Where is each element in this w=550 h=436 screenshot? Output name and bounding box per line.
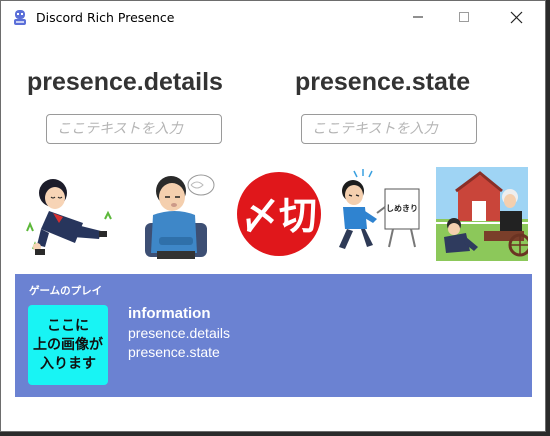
image-slot-text: ここに 上の画像が 入ります xyxy=(33,317,103,372)
shimekiri-mark[interactable]: 〆切 xyxy=(233,167,325,261)
rich-presence-preview: ゲームのプレイ ここに 上の画像が 入ります information prese… xyxy=(15,274,532,397)
activity-label: ゲームのプレイ xyxy=(29,285,103,297)
window-title: Discord Rich Presence xyxy=(36,10,175,25)
minimize-button[interactable] xyxy=(395,1,441,33)
farm-scene-illustration[interactable] xyxy=(436,167,528,261)
details-input[interactable] xyxy=(46,114,222,144)
deadline-paper-text: しめきり xyxy=(386,204,418,213)
discord-app-icon xyxy=(14,10,26,25)
sleeping-man-illustration[interactable] xyxy=(131,167,223,261)
maximize-icon xyxy=(459,12,469,22)
title-bar[interactable]: Discord Rich Presence xyxy=(1,1,545,33)
maximize-button[interactable] xyxy=(441,1,487,33)
details-heading: presence.details xyxy=(27,68,223,96)
minimize-icon xyxy=(413,16,423,18)
app-window: Discord Rich Presence presence.details p… xyxy=(0,0,546,432)
info-title: information xyxy=(128,305,211,322)
presence-image-slot: ここに 上の画像が 入ります xyxy=(28,305,108,385)
state-heading: presence.state xyxy=(295,68,471,96)
close-icon xyxy=(510,11,522,23)
close-button[interactable] xyxy=(493,1,539,33)
state-input[interactable] xyxy=(301,114,477,144)
preview-details-line: presence.details xyxy=(128,325,230,341)
lying-student-illustration[interactable] xyxy=(23,167,115,261)
shimekiri-mark-text: 〆切 xyxy=(241,194,317,238)
deadline-chase-illustration[interactable]: しめきり xyxy=(333,167,425,261)
preview-state-line: presence.state xyxy=(128,344,220,360)
